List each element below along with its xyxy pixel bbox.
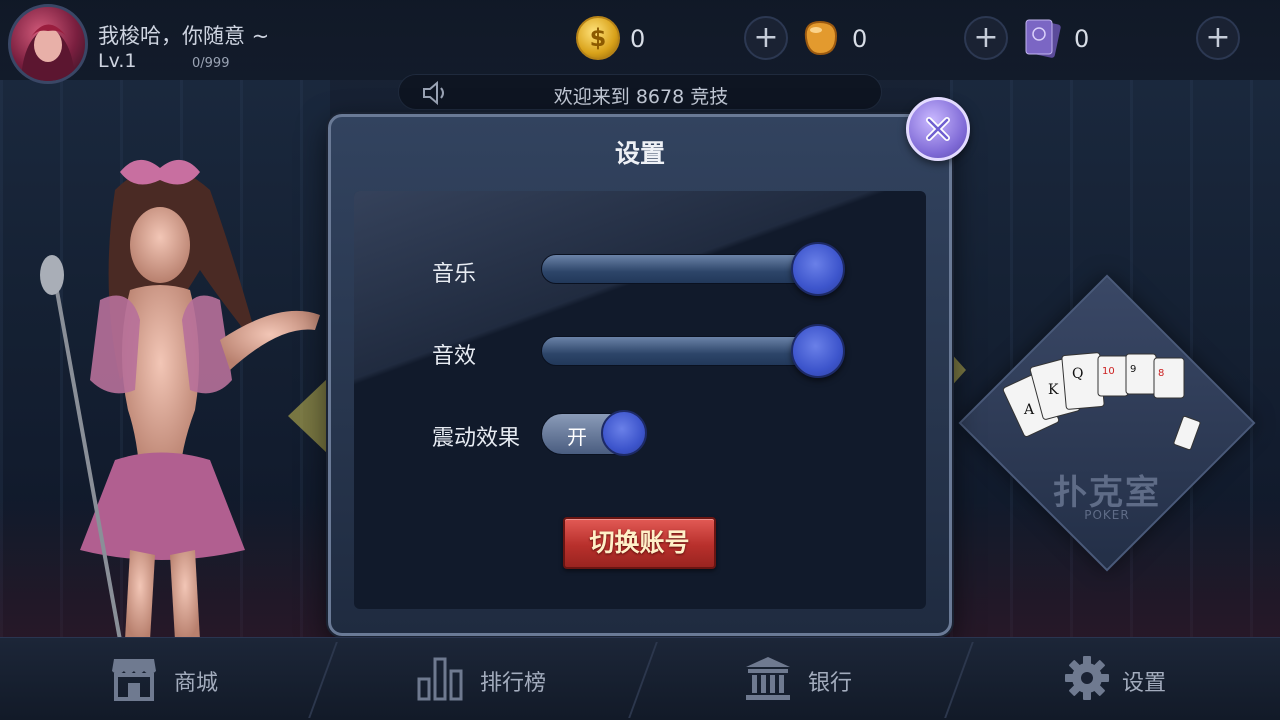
top-bar: 我梭哈，你随意 ~ Lv.1 0/999 $ 0 + 0 + 0 + (0, 0, 1280, 84)
nav-settings[interactable]: 设置 (1062, 637, 1202, 720)
playing-cards-icon: A K Q 10 9 8 (1002, 352, 1201, 451)
bean-value: 0 (852, 25, 868, 53)
bean-icon (804, 20, 838, 56)
switch-account-button[interactable]: 切换账号 (563, 517, 716, 569)
settings-title: 设置 (614, 139, 665, 168)
carousel-left-arrow[interactable] (288, 378, 328, 454)
switch-account-label: 切换账号 (589, 528, 690, 557)
announcement-text: 欢迎来到 8678 竞技 (553, 86, 729, 108)
poker-room-subtitle: POKER (1084, 508, 1130, 522)
avatar-portrait-icon (21, 24, 75, 81)
ranking-icon (417, 657, 463, 701)
nav-ranking-label: 排行榜 (480, 671, 547, 696)
player-exp: 0/999 (192, 56, 230, 71)
sound-effects-knob[interactable] (791, 324, 845, 378)
shop-icon (112, 659, 156, 701)
add-room-card-button[interactable]: + (1196, 16, 1240, 60)
close-settings-button[interactable] (906, 97, 970, 161)
vibration-toggle-knob[interactable] (601, 410, 647, 456)
poker-room-entry[interactable]: A K Q 10 9 8 扑克室 POKER (952, 268, 1262, 578)
nav-shop[interactable]: 商城 (108, 637, 248, 720)
svg-text:K: K (1048, 382, 1059, 398)
gold-coin-value: 0 (630, 25, 646, 53)
svg-text:A: A (1023, 402, 1035, 418)
room-card-value: 0 (1074, 25, 1090, 53)
vibration-label: 震动效果 (432, 426, 521, 451)
poker-room-title: 扑克室 (1053, 473, 1161, 513)
gold-coin-balance: $ 0 + (576, 16, 816, 60)
close-icon (926, 117, 950, 141)
svg-text:8: 8 (1158, 368, 1164, 379)
bean-balance: 0 + (798, 16, 1048, 60)
player-name: 我梭哈，你随意 ~ (98, 24, 270, 48)
bank-icon (746, 657, 790, 700)
music-label: 音乐 (432, 262, 477, 287)
svg-text:9: 9 (1130, 364, 1136, 375)
nav-settings-label: 设置 (1122, 671, 1167, 696)
vibration-toggle-state: 开 (567, 425, 587, 449)
gold-coin-icon: $ (576, 16, 620, 60)
nav-ranking[interactable]: 排行榜 (414, 637, 574, 720)
sound-effects-label: 音效 (432, 344, 477, 369)
player-level: Lv.1 (98, 50, 137, 72)
add-gold-coin-button[interactable]: + (744, 16, 788, 60)
nav-bank-label: 银行 (808, 671, 853, 696)
add-bean-button[interactable]: + (964, 16, 1008, 60)
gear-icon (1065, 656, 1109, 700)
nav-shop-label: 商城 (174, 671, 219, 696)
announcement-marquee: 欢迎来到 8678 竞技 (398, 74, 882, 110)
svg-text:10: 10 (1102, 366, 1115, 377)
room-card-balance: 0 + (1020, 16, 1245, 60)
room-card-icon (1025, 19, 1061, 58)
player-avatar[interactable] (8, 4, 88, 84)
nav-bank[interactable]: 银行 (744, 637, 884, 720)
svg-text:Q: Q (1072, 366, 1083, 382)
music-volume-knob[interactable] (791, 242, 845, 296)
